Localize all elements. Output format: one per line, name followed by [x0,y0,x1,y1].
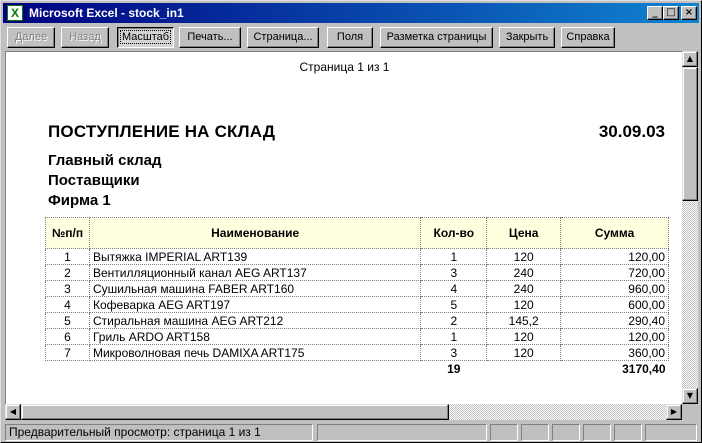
header-sum: Сумма [560,217,669,249]
row-sum: 600,00 [560,296,669,313]
close-preview-button[interactable]: Закрыть [499,27,555,48]
page-setup-button[interactable]: Страница... [247,27,319,48]
table-row: 6 Гриль ARDO ART158 1 120 120,00 [45,328,669,345]
scrollbar-corner [682,404,698,420]
row-name: Кофеварка AEG ART197 [88,296,422,313]
row-sum: 360,00 [560,344,669,361]
status-panel [645,424,697,441]
row-sum: 120,00 [560,248,669,265]
horizontal-scrollbar[interactable]: ◀ ▶ [5,404,682,420]
margins-button[interactable]: Поля [327,27,373,48]
next-page-button[interactable]: Далее [7,27,55,48]
maximize-button[interactable]: □ [663,6,679,20]
row-price: 120 [486,344,562,361]
header-price: Цена [486,217,562,249]
zoom-button-label: Масштаб [119,30,172,44]
row-name: Гриль ARDO ART158 [88,328,422,345]
row-price: 240 [486,264,562,281]
row-quantity: 1 [420,328,488,345]
row-number: 2 [45,264,90,281]
row-quantity: 3 [420,264,488,281]
suppliers-label: Поставщики [48,172,140,189]
scroll-down-arrow-icon[interactable]: ▼ [682,388,698,404]
row-quantity: 1 [420,248,488,265]
zoom-button[interactable]: Масштаб [117,27,174,48]
total-spacer [46,361,90,378]
warehouse-name: Главный склад [48,152,162,169]
excel-window: X Microsoft Excel - stock_in1 _ □ × Дале… [0,0,702,443]
row-sum: 120,00 [560,328,669,345]
row-name: Сушильная машина FABER ART160 [88,280,422,297]
status-panel [317,424,487,441]
row-price: 120 [486,248,562,265]
excel-icon[interactable]: X [7,5,23,21]
total-spacer [487,361,561,378]
row-sum: 720,00 [560,264,669,281]
header-quantity: Кол-во [420,217,488,249]
table-header-row: №п/п Наименование Кол-во Цена Сумма [45,217,669,249]
row-name: Вытяжка IMPERIAL ART139 [88,248,422,265]
row-quantity: 3 [420,344,488,361]
row-name: Микроволновая печь DAMIXA ART175 [88,344,422,361]
table-row: 1 Вытяжка IMPERIAL ART139 1 120 120,00 [45,248,669,265]
status-bar: Предварительный просмотр: страница 1 из … [3,422,699,442]
status-panel [490,424,518,441]
title-bar[interactable]: X Microsoft Excel - stock_in1 _ □ × [3,3,699,23]
table-row: 5 Стиральная машина AEG ART212 2 145,2 2… [45,312,669,329]
row-number: 5 [45,312,90,329]
table-row: 4 Кофеварка AEG ART197 5 120 600,00 [45,296,669,313]
row-sum: 960,00 [560,280,669,297]
scroll-up-arrow-icon[interactable]: ▲ [682,51,698,67]
status-panel [552,424,580,441]
table-row: 3 Сушильная машина FABER ART160 4 240 96… [45,280,669,297]
row-price: 120 [486,328,562,345]
row-name: Стиральная машина AEG ART212 [88,312,422,329]
row-quantity: 5 [420,296,488,313]
row-quantity: 2 [420,312,488,329]
row-price: 145,2 [486,312,562,329]
header-number: №п/п [45,217,90,249]
print-preview-toolbar: Далее Назад Масштаб Печать... Страница..… [3,25,699,49]
receipt-table: №п/п Наименование Кол-во Цена Сумма 1 Вы… [45,217,669,378]
scroll-left-arrow-icon[interactable]: ◀ [5,404,21,420]
print-button[interactable]: Печать... [179,27,241,48]
row-number: 6 [45,328,90,345]
help-button[interactable]: Справка [561,27,615,48]
scroll-right-arrow-icon[interactable]: ▶ [666,404,682,420]
status-text: Предварительный просмотр: страница 1 из … [5,424,313,441]
total-spacer [89,361,420,378]
status-panel [583,424,611,441]
total-sum: 3170,40 [622,362,666,377]
row-quantity: 4 [420,280,488,297]
table-row: 7 Микроволновая печь DAMIXA ART175 3 120… [45,344,669,361]
header-name: Наименование [88,217,422,249]
total-row: 19 3170,40 [46,361,669,378]
row-number: 4 [45,296,90,313]
row-number: 1 [45,248,90,265]
row-number: 7 [45,344,90,361]
status-panel [614,424,642,441]
window-title: Microsoft Excel - stock_in1 [29,6,184,20]
horizontal-scroll-thumb[interactable] [21,404,449,420]
status-panel [521,424,549,441]
total-quantity: 19 [447,362,461,377]
row-name: Вентилляционный канал AEG ART137 [88,264,422,281]
vertical-scroll-thumb[interactable] [682,67,698,201]
company-name: Фирма 1 [48,192,111,209]
vertical-scrollbar[interactable]: ▲ ▼ [682,51,698,404]
row-price: 120 [486,296,562,313]
document-title: ПОСТУПЛЕНИЕ НА СКЛАД [48,122,276,141]
page-break-preview-button[interactable]: Разметка страницы [380,27,493,48]
row-number: 3 [45,280,90,297]
previous-page-button[interactable]: Назад [61,27,109,48]
document-date: 30.09.03 [598,122,665,141]
table-row: 2 Вентилляционный канал AEG ART137 3 240… [45,264,669,281]
close-button[interactable]: × [681,6,697,20]
row-price: 240 [486,280,562,297]
preview-page[interactable]: Страница 1 из 1 ПОСТУПЛЕНИЕ НА СКЛАД 30.… [5,51,682,404]
minimize-button[interactable]: _ [647,6,663,20]
row-sum: 290,40 [560,312,669,329]
page-info: Страница 1 из 1 [299,60,390,74]
